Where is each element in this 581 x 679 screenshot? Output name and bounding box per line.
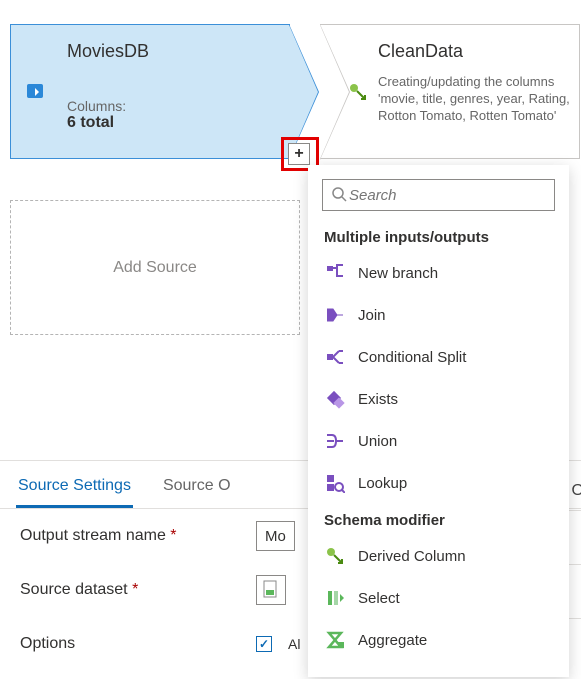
node-derived-title: CleanData [378,25,579,62]
add-source-label: Add Source [113,259,197,277]
menu-item-union[interactable]: Union [308,420,569,462]
menu-label: Union [358,433,397,450]
menu-item-derived-column[interactable]: Derived Column [308,535,569,577]
aggregate-icon [324,629,346,651]
menu-label: Join [358,307,386,324]
node-derived-cleandata[interactable]: CleanData Creating/updating the columns … [320,24,580,159]
menu-label: Lookup [358,475,407,492]
add-transformation-menu: Multiple inputs/outputs New branch Join … [308,165,569,677]
label-source-dataset: Source dataset * [20,581,240,599]
output-stream-input[interactable]: Mo [256,521,295,551]
exists-icon [324,388,346,410]
options-checkbox[interactable]: ✓ [256,636,272,652]
lookup-icon [324,472,346,494]
union-icon [324,430,346,452]
menu-item-exists[interactable]: Exists [308,378,569,420]
dataset-picker-button[interactable] [256,575,286,605]
search-icon [331,186,347,205]
menu-item-conditional-split[interactable]: Conditional Split [308,336,569,378]
label-options: Options [20,635,240,653]
menu-group-header-io: Multiple inputs/outputs [308,221,569,252]
menu-group-header-schema: Schema modifier [308,504,569,535]
plus-icon: + [294,145,303,163]
menu-item-aggregate[interactable]: Aggregate [308,619,569,661]
join-icon [324,304,346,326]
options-checkbox-label: Al [288,636,300,652]
branch-icon [324,262,346,284]
columns-label: Columns: [67,98,279,114]
menu-item-lookup[interactable]: Lookup [308,462,569,504]
source-dataset-icon [25,81,47,103]
csv-file-icon [262,580,280,601]
menu-item-join[interactable]: Join [308,294,569,336]
search-input[interactable] [347,186,552,205]
menu-label: Exists [358,391,398,408]
add-source-placeholder[interactable]: Add Source [10,200,300,335]
split-icon [324,346,346,368]
menu-label: Conditional Split [358,349,466,366]
menu-label: Aggregate [358,632,427,649]
menu-label: Derived Column [358,548,466,565]
select-icon [324,587,346,609]
columns-count: 6 total [67,114,279,132]
label-output-stream: Output stream name * [20,527,240,545]
node-source-moviesdb[interactable]: MoviesDB Columns: 6 total [10,24,290,159]
tab-right-partial[interactable]: O [572,466,581,510]
menu-item-new-branch[interactable]: New branch [308,252,569,294]
menu-label: Select [358,590,400,607]
node-derived-description: Creating/updating the columns 'movie, ti… [378,74,579,125]
add-transformation-button[interactable]: + [288,143,310,165]
menu-item-select[interactable]: Select [308,577,569,619]
derived-column-icon [347,81,369,103]
search-input-wrapper[interactable] [322,179,555,211]
tab-source-settings[interactable]: Source Settings [16,477,133,508]
right-panel-rows [567,510,581,672]
tab-source-options[interactable]: Source O [161,477,233,508]
menu-label: New branch [358,265,438,282]
node-source-title: MoviesDB [67,41,279,62]
derived-column-icon [324,545,346,567]
